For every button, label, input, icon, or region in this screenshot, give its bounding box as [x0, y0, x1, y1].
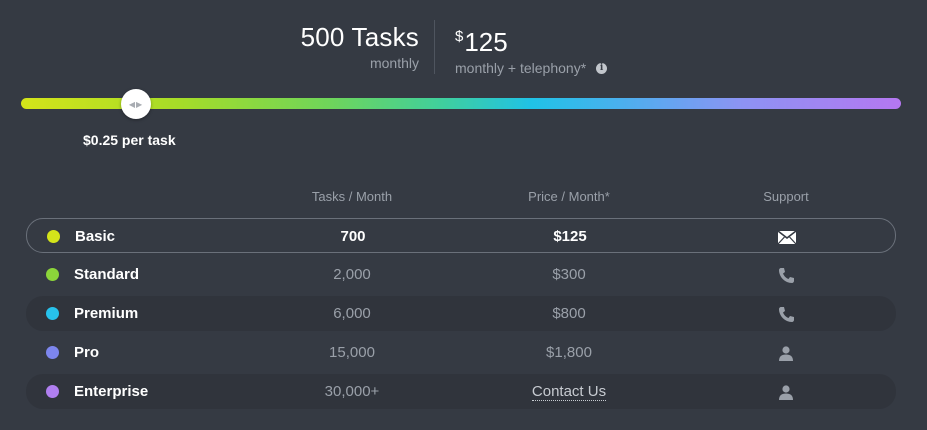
phone-icon — [777, 266, 795, 284]
price-total: $125 — [455, 18, 607, 61]
plan-tasks: 2,000 — [333, 266, 371, 283]
price-currency: $ — [455, 28, 464, 45]
tasks-count: 500 Tasks — [300, 22, 419, 52]
plan-row-premium[interactable]: Premium 6,000 $800 — [26, 296, 896, 331]
tasks-slider-handle[interactable]: ◀▶ — [121, 89, 151, 119]
plan-tasks: 6,000 — [333, 305, 371, 322]
person-icon — [777, 383, 795, 401]
contact-us-link[interactable]: Contact Us — [531, 383, 607, 401]
plan-name: Premium — [74, 305, 139, 322]
plan-name: Basic — [75, 228, 116, 245]
plan-color-dot — [46, 307, 59, 320]
plan-price: Contact Us — [489, 383, 649, 401]
plan-row-standard[interactable]: Standard 2,000 $300 — [26, 257, 896, 292]
plan-color-dot — [47, 230, 60, 243]
person-icon — [777, 344, 795, 362]
phone-icon — [777, 305, 795, 323]
plan-name: Pro — [74, 344, 100, 361]
plan-row-enterprise[interactable]: Enterprise 30,000+ Contact Us — [26, 374, 896, 409]
plan-color-dot — [46, 346, 59, 359]
plan-name: Standard — [74, 266, 140, 283]
column-header-support: Support — [763, 189, 809, 204]
price-amount: 125 — [464, 27, 508, 57]
plan-name: Enterprise — [74, 383, 149, 400]
column-header-price: Price / Month* — [528, 189, 610, 204]
pricing-summary: 500 Tasks monthly $125 monthly + telepho… — [0, 18, 927, 76]
drag-arrows-icon: ◀▶ — [128, 99, 144, 109]
plan-row-pro[interactable]: Pro 15,000 $1,800 — [26, 335, 896, 370]
price-period: monthly + telephony* — [455, 60, 587, 76]
plan-price: $800 — [552, 305, 586, 322]
plan-price: $125 — [553, 228, 587, 245]
info-icon[interactable]: i — [596, 62, 608, 74]
tasks-summary: 500 Tasks monthly — [301, 18, 419, 70]
price-summary: $125 monthly + telephony* i — [455, 18, 608, 76]
column-header-tasks: Tasks / Month — [311, 189, 393, 204]
plan-color-dot — [46, 268, 59, 281]
tasks-period: monthly — [369, 55, 419, 71]
per-task-price: $0.25 per task — [83, 132, 176, 148]
plan-price: $300 — [552, 266, 586, 283]
tasks-slider-track[interactable] — [21, 98, 901, 109]
plan-tasks: 700 — [340, 228, 366, 245]
envelope-icon — [778, 228, 796, 246]
plan-price: $1,800 — [546, 344, 592, 361]
plan-row-basic[interactable]: Basic 700 $125 — [26, 218, 896, 253]
plan-tasks: 15,000 — [329, 344, 375, 361]
price-period-row: monthly + telephony* i — [455, 60, 608, 76]
plan-tasks: 30,000+ — [324, 383, 380, 400]
summary-divider — [434, 20, 435, 74]
plan-color-dot — [46, 385, 59, 398]
